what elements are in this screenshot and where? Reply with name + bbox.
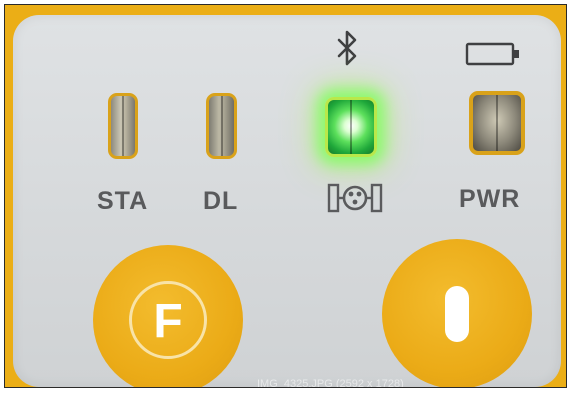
device-frame: STA DL PWR F IMG_4325.JPG (2592 x 1728): [4, 4, 567, 388]
dl-label: DL: [203, 187, 239, 215]
satellite-icon: [327, 183, 383, 213]
function-letter: F: [153, 295, 182, 348]
image-watermark: IMG_4325.JPG (2592 x 1728): [257, 378, 404, 388]
sta-led: [108, 93, 138, 159]
pwr-label: PWR: [459, 185, 521, 213]
function-button[interactable]: F: [93, 245, 243, 387]
dl-led: [206, 93, 237, 159]
bluetooth-icon: [337, 30, 357, 66]
pwr-led: [469, 91, 525, 155]
battery-icon: [465, 42, 519, 66]
sta-label: STA: [97, 187, 149, 215]
power-button[interactable]: [382, 239, 532, 387]
function-button-letter: F: [153, 295, 182, 348]
bluetooth-led: [325, 97, 377, 157]
power-icon: [445, 286, 469, 342]
control-panel: STA DL PWR F IMG_4325.JPG (2592 x 1728): [13, 15, 561, 387]
